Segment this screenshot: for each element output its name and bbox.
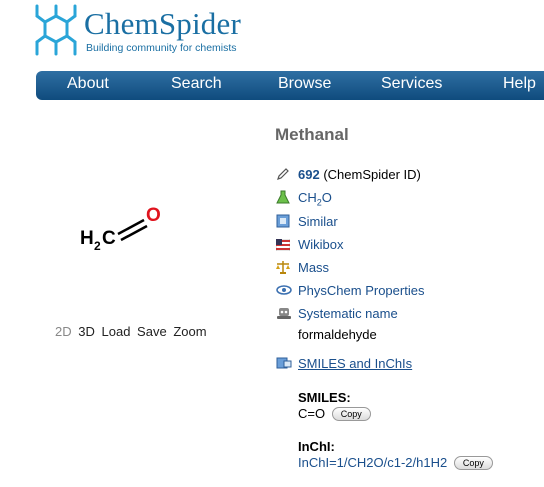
mass-link[interactable]: Mass — [298, 260, 329, 275]
formula-row[interactable]: CH2O — [276, 190, 332, 208]
smiles-row: C=O Copy — [298, 406, 371, 421]
smiles-inchi-row[interactable]: SMILES and InChIs — [276, 356, 412, 371]
chemspider-id-row: 692 (ChemSpider ID) — [276, 167, 421, 182]
copy-smiles-button[interactable]: Copy — [331, 407, 371, 421]
structure-atom-o: O — [146, 205, 161, 226]
chemspider-logo[interactable]: ChemSpider Building community for chemis… — [34, 2, 264, 62]
wikibox-link[interactable]: Wikibox — [298, 237, 344, 252]
nav-help[interactable]: Help — [503, 75, 536, 93]
inchi-row: InChI=1/CH2O/c1-2/h1H2 Copy — [298, 455, 493, 470]
nav-search[interactable]: Search — [171, 75, 222, 93]
brand-tagline: Building community for chemists — [86, 42, 237, 54]
structure-atom-h-sub: 2 — [94, 239, 101, 253]
chemspider-id-label: (ChemSpider ID) — [323, 167, 421, 182]
view-3d-button[interactable]: 3D — [78, 324, 95, 339]
copy-inchi-button[interactable]: Copy — [453, 456, 493, 470]
formula-main: CH — [298, 190, 317, 205]
physchem-link[interactable]: PhysChem Properties — [298, 283, 424, 298]
structure-view-controls: 2D 3D Load Save Zoom — [55, 324, 210, 339]
physchem-icon — [276, 283, 292, 297]
similar-icon — [276, 214, 292, 228]
mass-row[interactable]: Mass — [276, 260, 329, 275]
main-nav: About Search Browse Services Help — [36, 71, 544, 100]
inchi-label: InChI: — [298, 439, 335, 454]
page-title: Methanal — [275, 125, 349, 144]
smiles-value: C=O — [298, 406, 326, 421]
wikibox-row[interactable]: Wikibox — [275, 237, 344, 253]
structure-bond-1 — [117, 218, 145, 236]
pencil-icon — [276, 167, 292, 181]
formula-end: O — [321, 190, 332, 205]
zoom-button[interactable]: Zoom — [173, 324, 206, 339]
physchem-row[interactable]: PhysChem Properties — [276, 283, 424, 298]
save-button[interactable]: Save — [137, 324, 167, 339]
load-button[interactable]: Load — [102, 324, 131, 339]
inchi-value: InChI=1/CH2O/c1-2/h1H2 — [298, 455, 448, 470]
chemspider-id-value: 692 — [298, 167, 320, 182]
systematic-name-link[interactable]: Systematic name — [298, 306, 398, 321]
systematic-name-value: formaldehyde — [298, 327, 377, 342]
robot-icon — [276, 306, 292, 320]
brand-name: ChemSpider — [84, 6, 241, 41]
smiles-icon — [276, 356, 292, 370]
flag-icon — [275, 238, 292, 253]
systematic-name-row[interactable]: Systematic name — [276, 306, 398, 321]
smiles-inchi-link[interactable]: SMILES and InChIs — [298, 356, 412, 371]
chemspider-spider-icon — [35, 4, 77, 56]
structure-bond-2 — [120, 224, 148, 242]
flask-icon — [276, 190, 292, 204]
similar-link[interactable]: Similar — [298, 214, 338, 229]
smiles-label: SMILES: — [298, 390, 351, 405]
structure-atom-c: C — [102, 228, 116, 249]
structure-atom-h: H — [80, 228, 94, 249]
nav-about[interactable]: About — [67, 75, 109, 93]
formula-link[interactable]: CH2O — [298, 190, 332, 208]
similar-row[interactable]: Similar — [276, 214, 338, 229]
view-2d-button[interactable]: 2D — [55, 324, 72, 339]
nav-services[interactable]: Services — [381, 75, 442, 93]
nav-browse[interactable]: Browse — [278, 75, 331, 93]
structure-image: H 2 C O — [80, 205, 161, 253]
scales-icon — [276, 260, 292, 274]
